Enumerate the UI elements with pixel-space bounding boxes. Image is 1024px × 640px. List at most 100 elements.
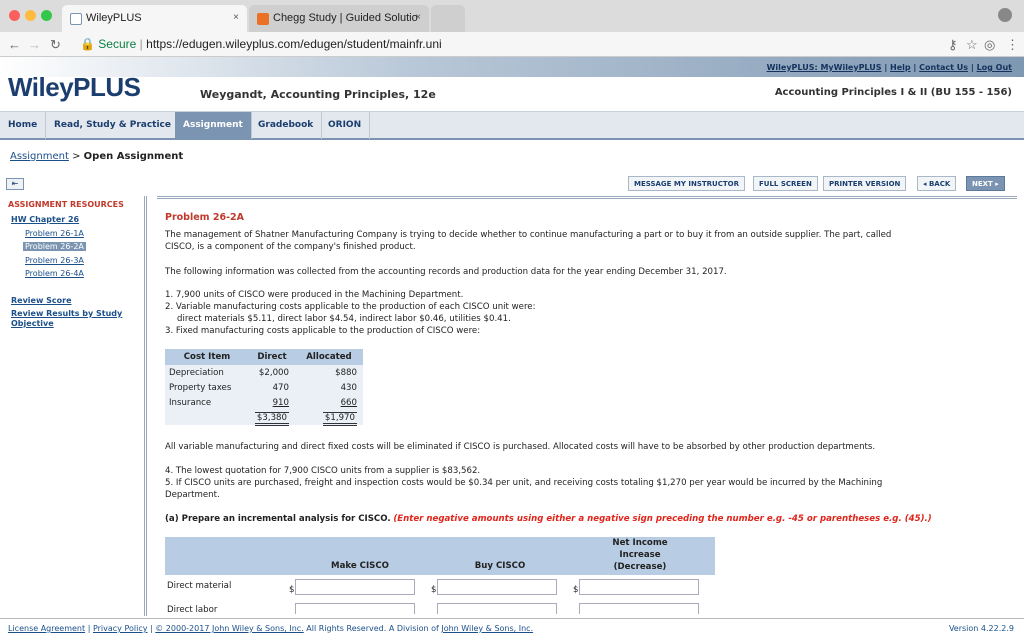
- table-cell: 660: [295, 395, 363, 410]
- row-label: Direct material: [167, 581, 232, 591]
- minimize-window-icon[interactable]: [25, 10, 36, 21]
- direct-material-make-input[interactable]: [295, 579, 415, 595]
- problem-title: Problem 26-2A: [165, 212, 245, 223]
- license-agreement-link[interactable]: License Agreement: [8, 624, 85, 633]
- help-link[interactable]: Help: [890, 63, 911, 72]
- tab-assignment[interactable]: Assignment: [175, 112, 252, 139]
- profile-icon[interactable]: [998, 8, 1012, 22]
- table-cell: 470: [249, 380, 295, 395]
- direct-labor-net-input[interactable]: [579, 603, 699, 614]
- tab-title: Chegg Study | Guided Solutio: [273, 12, 418, 24]
- chegg-favicon-icon: [257, 13, 269, 25]
- company-link[interactable]: John Wiley & Sons, Inc.: [441, 624, 533, 633]
- review-results-link[interactable]: Review Results by Study: [11, 309, 122, 318]
- tab-gradebook[interactable]: Gradebook: [250, 112, 323, 139]
- tab-wileyplus[interactable]: WileyPLUS ×: [62, 5, 247, 32]
- extension-icon[interactable]: ◎: [984, 37, 995, 53]
- problem-intro-2: CISCO, is a component of the company's f…: [165, 242, 416, 252]
- url-field[interactable]: 🔒 Secure | https://edugen.wileyplus.com/…: [80, 37, 960, 55]
- review-score-link[interactable]: Review Score: [11, 296, 72, 305]
- version-label: Version 4.22.2.9: [948, 624, 1014, 633]
- contact-us-link[interactable]: Contact Us: [919, 63, 968, 72]
- table-row: Depreciation $2,000 $880: [165, 365, 363, 380]
- breadcrumb: Assignment > Open Assignment: [10, 151, 183, 162]
- maximize-window-icon[interactable]: [41, 10, 52, 21]
- course-title: Accounting Principles I & II (BU 155 - 1…: [774, 87, 1012, 98]
- url-text: https://edugen.wileyplus.com/edugen/stud…: [146, 37, 442, 51]
- table-cell: 910: [249, 395, 295, 410]
- breadcrumb-separator: >: [72, 151, 81, 162]
- assignment-toolbar: MESSAGE MY INSTRUCTOR FULL SCREEN PRINTE…: [0, 172, 1024, 194]
- sidebar-item-problem-26-3a[interactable]: Problem 26-3A: [25, 256, 84, 265]
- close-tab-icon[interactable]: ×: [415, 12, 421, 23]
- total-allocated: $1,970: [322, 411, 357, 426]
- printer-version-button[interactable]: PRINTER VERSION: [823, 176, 907, 191]
- problem-item-3: 3. Fixed manufacturing costs applicable …: [165, 326, 481, 336]
- table-cell: [165, 410, 249, 425]
- table-cell: Property taxes: [165, 380, 249, 395]
- chapter-link[interactable]: HW Chapter 26: [11, 215, 79, 224]
- currency-symbol: $: [431, 585, 437, 595]
- forward-arrow-icon[interactable]: →: [28, 37, 41, 52]
- direct-labor-buy-input[interactable]: [437, 603, 557, 614]
- wileyplus-logo[interactable]: WileyPLUS: [8, 72, 141, 103]
- direct-material-buy-input[interactable]: [437, 579, 557, 595]
- tab-home[interactable]: Home: [0, 112, 47, 139]
- total-direct: $3,380: [254, 411, 289, 426]
- breadcrumb-current: Open Assignment: [83, 151, 184, 162]
- review-results-link-line2[interactable]: Objective: [11, 319, 54, 328]
- new-tab-button[interactable]: [431, 5, 465, 32]
- rights-text: All Rights Reserved. A Division of: [306, 624, 439, 633]
- direct-material-net-input[interactable]: [579, 579, 699, 595]
- fixed-cost-table: Cost Item Direct Allocated Depreciation …: [165, 349, 363, 426]
- sidebar-item-problem-26-4a[interactable]: Problem 26-4A: [25, 269, 84, 278]
- table-row: Property taxes 470 430: [165, 380, 363, 395]
- next-button[interactable]: NEXT ▸: [966, 176, 1005, 191]
- top-links: WileyPLUS: MyWileyPLUS | Help | Contact …: [766, 63, 1012, 72]
- tab-chegg[interactable]: Chegg Study | Guided Solutio ×: [249, 5, 429, 32]
- part-a-label: (a) Prepare an incremental analysis for …: [165, 514, 391, 524]
- problem-intro: The management of Shatner Manufacturing …: [165, 230, 892, 240]
- back-arrow-icon[interactable]: ←: [8, 37, 21, 52]
- copyright-link[interactable]: © 2000-2017 John Wiley & Sons, Inc.: [155, 624, 303, 633]
- table-cell: 430: [295, 380, 363, 395]
- column-header-net: Net Income: [612, 538, 668, 548]
- table-cell: $2,000: [249, 365, 295, 380]
- currency-symbol: $: [289, 585, 295, 595]
- sidebar-item-problem-26-2a[interactable]: Problem 26-2A: [23, 242, 86, 251]
- problem-info: The following information was collected …: [165, 267, 727, 277]
- column-header: Direct: [249, 349, 295, 365]
- tab-orion[interactable]: ORION: [320, 112, 371, 139]
- sidebar-item-problem-26-1a[interactable]: Problem 26-1A: [25, 229, 84, 238]
- bookmark-star-icon[interactable]: ☆: [966, 37, 978, 53]
- close-window-icon[interactable]: [9, 10, 20, 21]
- mywileyplus-link[interactable]: WileyPLUS: MyWileyPLUS: [767, 63, 882, 72]
- part-a-note: (Enter negative amounts using either a n…: [393, 514, 932, 524]
- column-header: Cost Item: [165, 349, 249, 365]
- close-tab-icon[interactable]: ×: [233, 12, 239, 23]
- table-row: Direct labor: [165, 599, 715, 614]
- problem-note: All variable manufacturing and direct fi…: [165, 442, 876, 452]
- problem-item-2: 2. Variable manufacturing costs applicab…: [165, 302, 536, 312]
- table-cell: $880: [295, 365, 363, 380]
- table-row: Insurance 910 660: [165, 395, 363, 410]
- table-total-row: $3,380 $1,970: [165, 410, 363, 426]
- menu-dots-icon[interactable]: ⋮: [1006, 37, 1019, 53]
- key-icon[interactable]: ⚷: [948, 37, 958, 53]
- log-out-link[interactable]: Log Out: [977, 63, 1012, 72]
- column-header-make: Make CISCO: [331, 561, 389, 571]
- page-footer: License Agreement | Privacy Policy | © 2…: [0, 618, 1024, 640]
- back-button[interactable]: ◂ BACK: [917, 176, 957, 191]
- direct-labor-make-input[interactable]: [295, 603, 415, 614]
- wileyplus-favicon-icon: [70, 13, 82, 25]
- message-instructor-button[interactable]: MESSAGE MY INSTRUCTOR: [628, 176, 745, 191]
- table-cell: Insurance: [165, 395, 249, 410]
- analysis-header: Make CISCO Buy CISCO Net Income Increase…: [165, 537, 715, 575]
- tab-read-study-practice[interactable]: Read, Study & Practice: [46, 112, 180, 139]
- reload-icon[interactable]: ↻: [50, 37, 61, 53]
- privacy-policy-link[interactable]: Privacy Policy: [93, 624, 148, 633]
- row-label: Direct labor: [167, 605, 218, 614]
- problem-item-5b: Department.: [165, 490, 220, 500]
- full-screen-button[interactable]: FULL SCREEN: [753, 176, 818, 191]
- breadcrumb-assignment-link[interactable]: Assignment: [10, 151, 69, 162]
